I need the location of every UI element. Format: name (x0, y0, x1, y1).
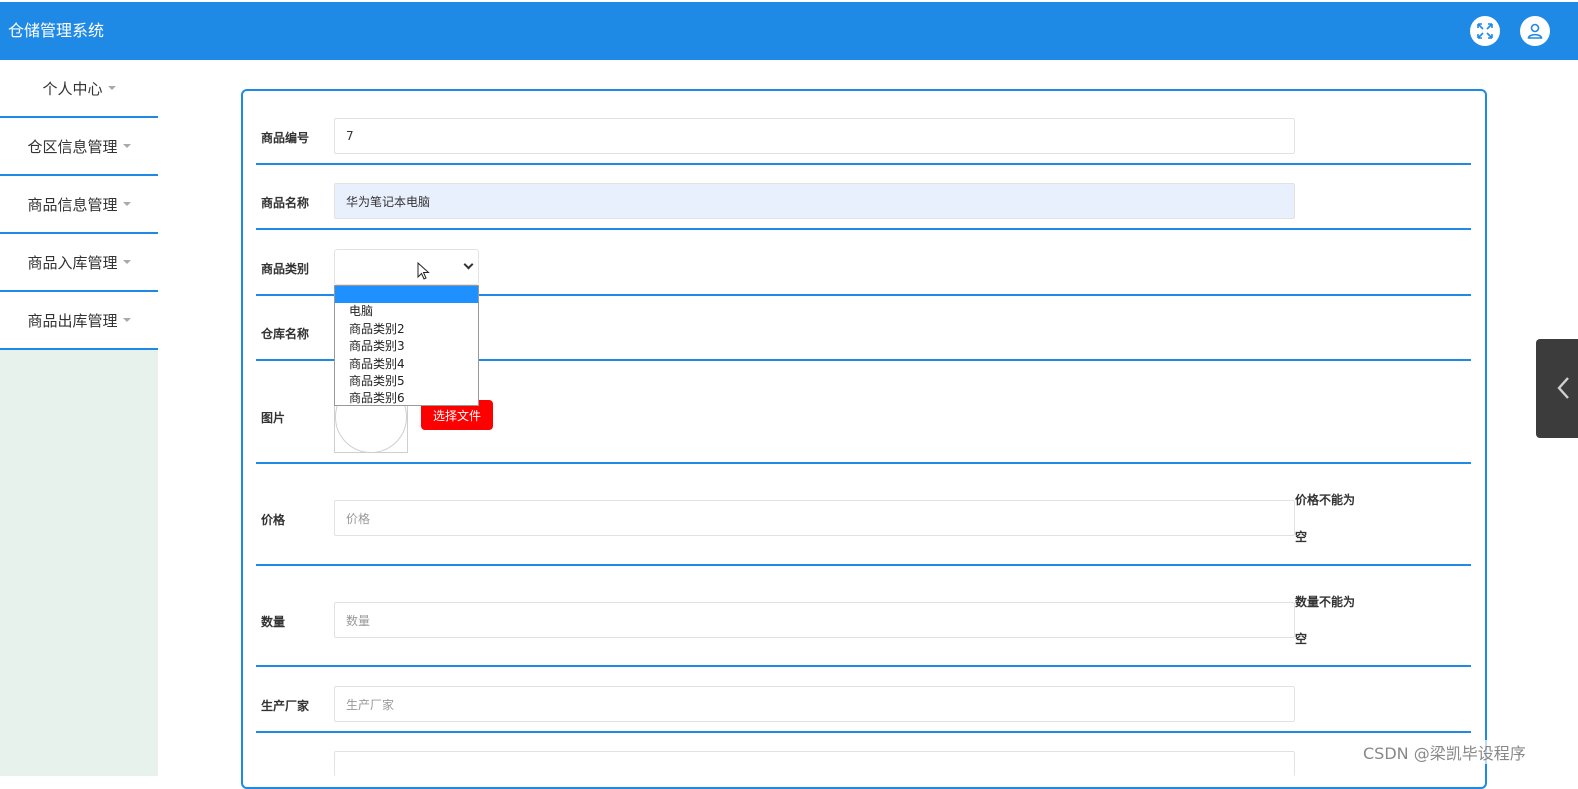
sidebar-item-label: 商品信息管理 (27, 195, 118, 214)
user-icon[interactable] (1520, 16, 1550, 46)
manufacturer-label: 生产厂家 (261, 699, 310, 713)
caret-down-icon (122, 202, 131, 206)
warehouse-name-label: 仓库名称 (261, 327, 310, 341)
caret-down-icon (122, 260, 131, 264)
next-field-input[interactable] (334, 751, 1295, 776)
row-divider (256, 665, 1471, 667)
sidebar-item-stock-in[interactable]: 商品入库管理 (0, 234, 158, 292)
caret-down-icon (122, 318, 131, 322)
row-divider (256, 163, 1471, 165)
sidebar: 个人中心 仓区信息管理 商品信息管理 商品入库管理 商品出库管理 (0, 60, 158, 776)
price-error-message: 价格不能为 空 (1295, 482, 1365, 556)
image-label: 图片 (261, 411, 286, 425)
sidebar-item-stock-out[interactable]: 商品出库管理 (0, 292, 158, 350)
sidebar-item-label: 商品入库管理 (27, 253, 118, 272)
caret-down-icon (122, 144, 131, 148)
quantity-error-line2: 空 (1295, 632, 1308, 646)
dropdown-option[interactable]: 商品类别5 (335, 373, 478, 390)
sidebar-item-product-info[interactable]: 商品信息管理 (0, 176, 158, 234)
row-divider (256, 731, 1471, 733)
dropdown-option[interactable] (335, 286, 478, 304)
caret-down-icon (107, 86, 116, 90)
price-label: 价格 (261, 513, 286, 527)
row-divider (256, 564, 1471, 566)
quantity-input[interactable]: 数量 (334, 602, 1295, 638)
mouse-cursor-icon (417, 262, 430, 280)
quantity-label: 数量 (261, 615, 286, 629)
product-code-input[interactable]: 7 (334, 118, 1295, 154)
side-collapse-tab[interactable] (1536, 339, 1578, 438)
product-name-label: 商品名称 (261, 196, 310, 210)
sidebar-item-label: 商品出库管理 (27, 311, 118, 330)
price-input[interactable]: 价格 (334, 500, 1295, 536)
product-code-label: 商品编号 (261, 131, 310, 145)
top-header-bar: 仓储管理系统 (0, 2, 1578, 60)
quantity-error-message: 数量不能为 空 (1295, 584, 1365, 658)
manufacturer-input[interactable]: 生产厂家 (334, 686, 1295, 722)
dropdown-option[interactable]: 商品类别3 (335, 338, 478, 355)
fullscreen-icon[interactable] (1470, 16, 1500, 46)
product-category-label: 商品类别 (261, 262, 310, 276)
sidebar-item-label: 仓区信息管理 (27, 137, 118, 156)
sidebar-item-personal-center[interactable]: 个人中心 (0, 60, 158, 118)
price-error-line1: 价格不能为 (1295, 493, 1356, 507)
row-divider (256, 228, 1471, 230)
watermark-text: CSDN @梁凯毕设程序 (1363, 740, 1526, 764)
sidebar-item-warehouse-area[interactable]: 仓区信息管理 (0, 118, 158, 176)
quantity-error-line1: 数量不能为 (1295, 595, 1356, 609)
app-title: 仓储管理系统 (8, 21, 105, 40)
chevron-down-icon (463, 259, 474, 270)
sidebar-item-label: 个人中心 (42, 79, 103, 98)
row-divider (256, 462, 1471, 464)
category-dropdown-list: 电脑 商品类别2 商品类别3 商品类别4 商品类别5 商品类别6 (334, 285, 479, 406)
dropdown-option[interactable]: 商品类别2 (335, 321, 478, 338)
chevron-left-icon (1557, 377, 1569, 399)
dropdown-option[interactable]: 商品类别4 (335, 356, 478, 373)
price-error-line2: 空 (1295, 530, 1308, 544)
product-name-input[interactable]: 华为笔记本电脑 (334, 183, 1295, 219)
dropdown-option[interactable]: 电脑 (335, 303, 478, 320)
product-category-select[interactable] (334, 249, 479, 285)
dropdown-option[interactable]: 商品类别6 (335, 390, 478, 405)
